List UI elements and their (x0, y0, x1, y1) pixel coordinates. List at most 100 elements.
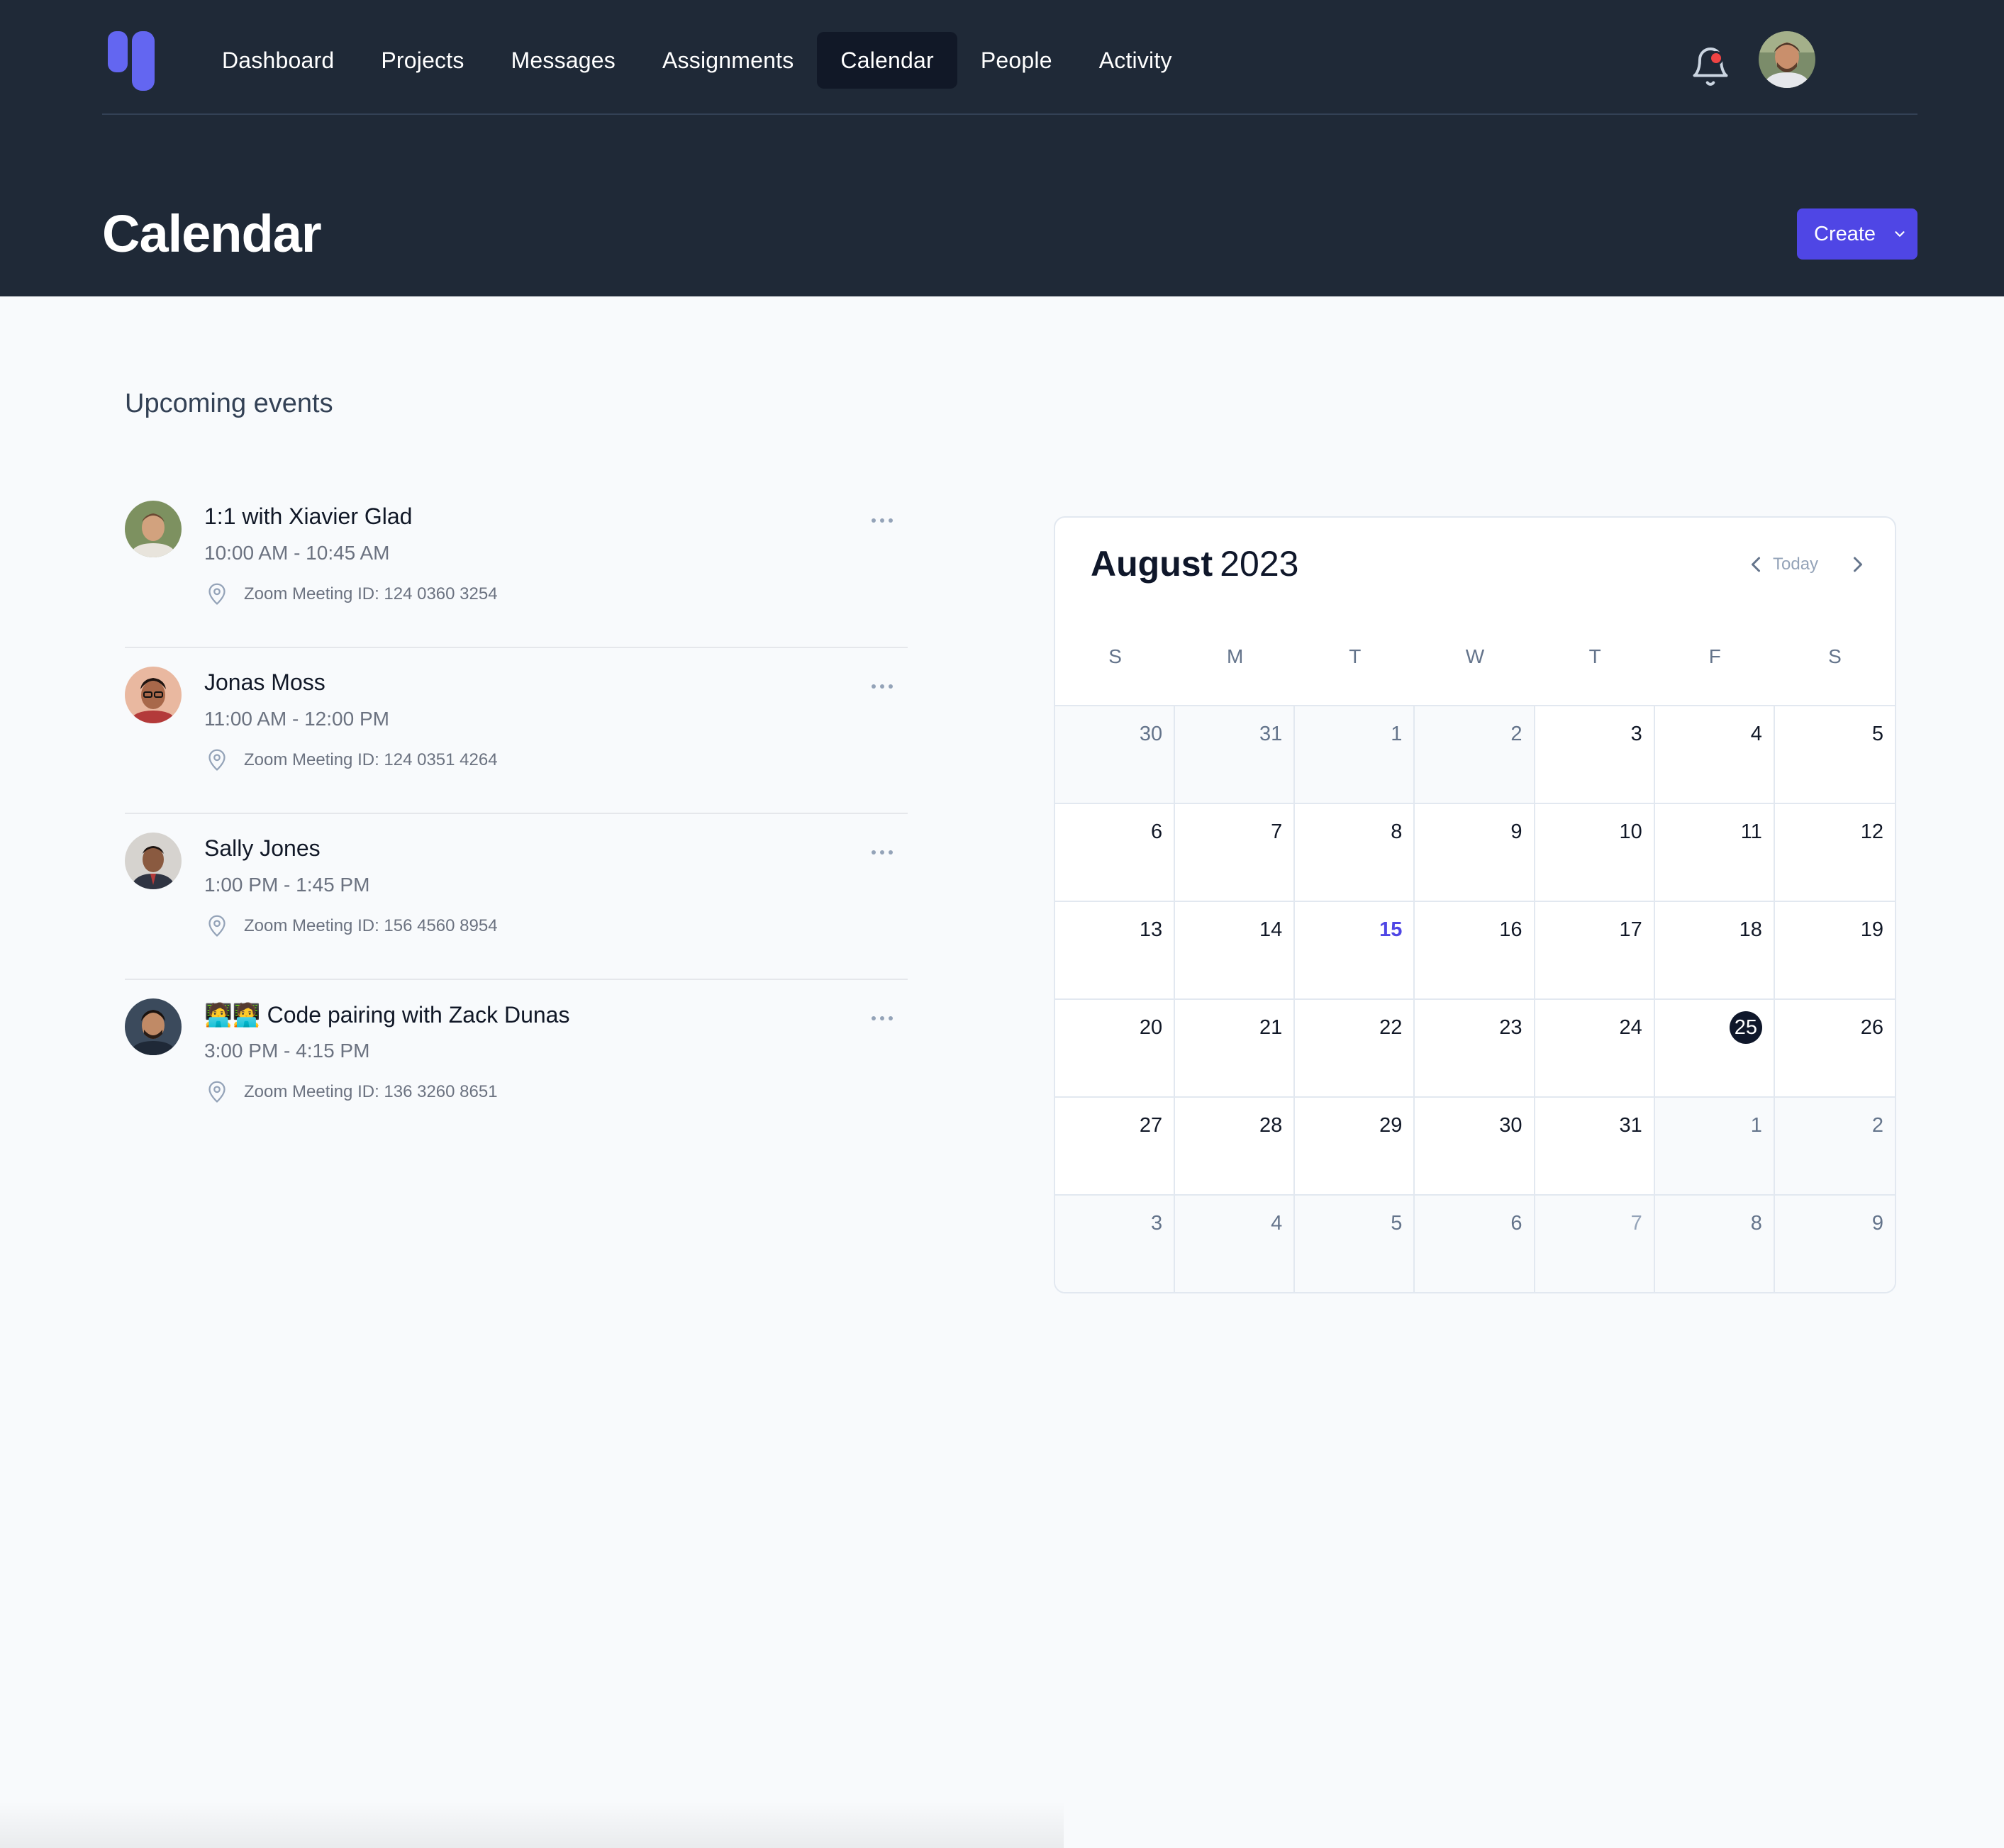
chevron-down-icon (1895, 231, 1905, 237)
calendar-day[interactable]: 3 (1535, 706, 1655, 804)
calendar-day-number: 8 (1391, 820, 1403, 843)
nav-item-people[interactable]: People (957, 32, 1076, 89)
calendar-month-year: August 2023 (1091, 543, 1298, 584)
event-time: 1:00 PM - 1:45 PM (204, 874, 370, 896)
calendar-day[interactable]: 19 (1774, 902, 1895, 1000)
calendar-day[interactable]: 31 (1175, 706, 1296, 804)
calendar-day-number: 10 (1619, 820, 1642, 843)
notification-dot (1709, 51, 1723, 65)
calendar-day-number: 1 (1391, 723, 1403, 745)
calendar-day-number: 28 (1259, 1114, 1283, 1137)
calendar-day[interactable]: 4 (1175, 1196, 1296, 1292)
calendar-day-number: 2 (1510, 723, 1523, 745)
calendar-day[interactable]: 9 (1415, 804, 1535, 902)
bottom-edge-shadow (0, 1801, 1064, 1848)
nav-item-activity[interactable]: Activity (1076, 32, 1196, 89)
event-location: Zoom Meeting ID: 124 0360 3254 (244, 584, 498, 603)
calendar-day[interactable]: 24 (1535, 1000, 1655, 1098)
calendar-day[interactable]: 21 (1175, 1000, 1296, 1098)
nav-item-projects[interactable]: Projects (357, 32, 487, 89)
nav-item-messages[interactable]: Messages (488, 32, 639, 89)
map-pin-icon (208, 749, 226, 771)
calendar-day[interactable]: 13 (1055, 902, 1176, 1000)
calendar-day[interactable]: 28 (1175, 1098, 1296, 1196)
main-nav: Dashboard Projects Messages Assignments … (199, 32, 1196, 89)
bell-icon[interactable] (1689, 45, 1732, 88)
event-time: 11:00 AM - 12:00 PM (204, 708, 389, 730)
calendar-day[interactable]: 8 (1654, 1196, 1775, 1292)
nav-item-dashboard[interactable]: Dashboard (199, 32, 357, 89)
calendar-day-number: 7 (1630, 1212, 1642, 1235)
event-item[interactable]: Sally Jones 1:00 PM - 1:45 PM Zoom Meeti… (125, 814, 908, 980)
calendar-day[interactable]: 5 (1295, 1196, 1415, 1292)
nav-item-assignments[interactable]: Assignments (639, 32, 817, 89)
calendar-grid: 30 31 1 2 3 4 5 6 7 8 9 10 11 12 13 14 15 16 17 18 19 20 21 22 2… (1055, 705, 1895, 1292)
calendar-day[interactable]: 30 (1415, 1098, 1535, 1196)
more-options-icon[interactable] (862, 506, 902, 535)
event-item[interactable]: 1:1 with Xiavier Glad 10:00 AM - 10:45 A… (125, 482, 908, 648)
more-options-icon[interactable] (862, 1004, 902, 1032)
calendar-day-number: 1 (1750, 1114, 1762, 1137)
calendar-day[interactable]: 10 (1535, 804, 1655, 902)
calendar-day[interactable]: 16 (1415, 902, 1535, 1000)
event-item[interactable]: 🧑‍💻🧑‍💻 Code pairing with Zack Dunas 3:00… (125, 980, 908, 1146)
calendar-day[interactable]: 7 (1175, 804, 1296, 902)
calendar-day-number: 8 (1750, 1212, 1762, 1235)
calendar-day-selected[interactable]: 25 (1654, 1000, 1775, 1098)
calendar-day[interactable]: 8 (1295, 804, 1415, 902)
calendar-day[interactable]: 26 (1774, 1000, 1895, 1098)
calendar-day-number: 31 (1259, 723, 1283, 745)
calendar-day[interactable]: 23 (1415, 1000, 1535, 1098)
calendar-day[interactable]: 29 (1295, 1098, 1415, 1196)
map-pin-icon (208, 583, 226, 605)
avatar (125, 998, 182, 1055)
calendar-day[interactable]: 5 (1774, 706, 1895, 804)
calendar-day[interactable]: 12 (1774, 804, 1895, 902)
weekday-label: S (1108, 645, 1122, 667)
weekday-label: T (1349, 645, 1362, 667)
top-navigation: Dashboard Projects Messages Assignments … (102, 0, 1917, 115)
calendar-day[interactable]: 14 (1175, 902, 1296, 1000)
event-location: Zoom Meeting ID: 156 4560 8954 (244, 916, 498, 935)
calendar-day[interactable]: 1 (1295, 706, 1415, 804)
calendar-day[interactable]: 7 (1535, 1196, 1655, 1292)
calendar-day-today[interactable]: 15 (1295, 902, 1415, 1000)
calendar-day[interactable]: 6 (1415, 1196, 1535, 1292)
calendar-day[interactable]: 17 (1535, 902, 1655, 1000)
map-pin-icon (208, 915, 226, 937)
calendar-day[interactable]: 22 (1295, 1000, 1415, 1098)
calendar-day[interactable]: 2 (1415, 706, 1535, 804)
user-avatar[interactable] (1759, 31, 1815, 88)
calendar-day[interactable]: 11 (1654, 804, 1775, 902)
calendar-day[interactable]: 4 (1654, 706, 1775, 804)
chevron-left-icon[interactable] (1743, 552, 1769, 577)
event-title: Sally Jones (204, 835, 321, 861)
avatar (125, 667, 182, 723)
weekday-label: T (1588, 645, 1601, 667)
more-options-icon[interactable] (862, 672, 902, 701)
calendar-day[interactable]: 9 (1774, 1196, 1895, 1292)
more-options-icon[interactable] (862, 838, 902, 867)
app-logo[interactable] (108, 31, 155, 91)
calendar-day[interactable]: 30 (1055, 706, 1176, 804)
event-item[interactable]: Jonas Moss 11:00 AM - 12:00 PM Zoom Meet… (125, 648, 908, 814)
calendar-day[interactable]: 27 (1055, 1098, 1176, 1196)
page-title: Calendar (102, 204, 322, 263)
weekday-label: S (1828, 645, 1842, 667)
calendar-day[interactable]: 2 (1774, 1098, 1895, 1196)
create-button[interactable]: Create (1797, 208, 1917, 260)
event-time: 3:00 PM - 4:15 PM (204, 1040, 370, 1062)
calendar-day[interactable]: 20 (1055, 1000, 1176, 1098)
calendar-day[interactable]: 31 (1535, 1098, 1655, 1196)
calendar-day[interactable]: 18 (1654, 902, 1775, 1000)
calendar-day[interactable]: 3 (1055, 1196, 1176, 1292)
nav-item-calendar[interactable]: Calendar (817, 32, 957, 89)
calendar-day-number: 16 (1499, 918, 1523, 941)
chevron-right-icon[interactable] (1845, 552, 1871, 577)
weekday-header: S M T W T F S (1055, 645, 1895, 691)
calendar-day[interactable]: 6 (1055, 804, 1176, 902)
calendar-day-number: 20 (1139, 1016, 1163, 1039)
calendar-day[interactable]: 1 (1654, 1098, 1775, 1196)
today-button[interactable]: Today (1773, 555, 1818, 574)
calendar-day-number: 2 (1871, 1114, 1883, 1137)
